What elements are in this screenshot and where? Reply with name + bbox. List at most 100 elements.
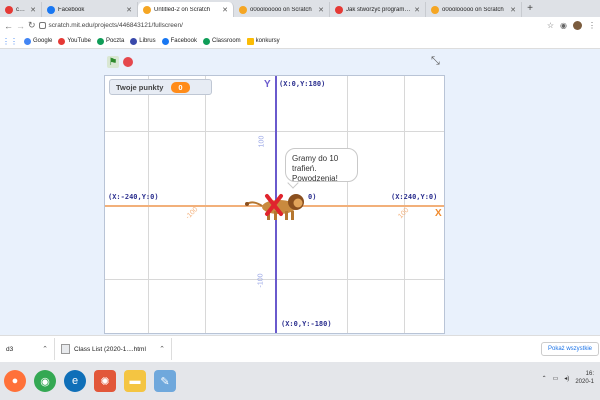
score-monitor: Twoje punkty 0 — [109, 79, 212, 95]
scratch-icon — [431, 5, 439, 14]
tab-scratch-user[interactable]: o0oolooooo on Scratch ✕ — [234, 2, 330, 17]
network-icon[interactable]: ▭ — [553, 375, 559, 382]
clock-date: 2020-1 — [575, 379, 594, 385]
librus-icon — [130, 37, 138, 45]
scratch-page: ⚑ ⤡ Y X (X:0,Y:180) (X:0,Y:-180) (X:-240… — [0, 49, 600, 335]
close-icon[interactable]: ✕ — [126, 6, 132, 14]
tick-y-neg: -100 — [257, 273, 265, 288]
mail-icon — [96, 37, 104, 45]
system-tray: ⌃ ▭ ◂) 16: 2020-1 — [542, 370, 594, 386]
classroom-icon — [202, 37, 210, 45]
scratch-icon — [143, 5, 151, 14]
facebook-icon — [47, 5, 55, 14]
bookmark-youtube[interactable]: YouTube — [58, 37, 91, 45]
browser-tab-bar: co... ✕ Facebook ✕ Untitled-2 on Scratch… — [0, 0, 600, 17]
bookmark-librus[interactable]: Librus — [130, 37, 156, 45]
scratch-icon — [239, 5, 247, 14]
coord-left: (X:-240,Y:0) — [108, 193, 159, 201]
bookmark-konkursy[interactable]: konkursy — [246, 37, 280, 45]
extension-icon[interactable]: ◉ — [560, 21, 567, 30]
tab-scratch-user-2[interactable]: o0oolooooo on Scratch ✕ — [426, 2, 522, 17]
stage[interactable]: Y X (X:0,Y:180) (X:0,Y:-180) (X:-240,Y:0… — [104, 75, 445, 334]
y-axis-label: Y — [264, 79, 271, 90]
chrome-icon[interactable]: ◉ — [34, 370, 56, 392]
stop-button[interactable] — [123, 57, 133, 67]
rec-icon — [5, 5, 13, 14]
x-axis-label: X — [435, 208, 442, 219]
speech-bubble: Gramy do 10 trafień. Powodzenia! — [285, 148, 358, 183]
download-name: Class List (2020-1....html — [74, 345, 146, 353]
tab-untitled-scratch[interactable]: Untitled-2 on Scratch ✕ — [138, 2, 234, 17]
close-icon[interactable]: ✕ — [318, 6, 324, 14]
address-bar: ← → ↻ scratch.mit.edu/projects/446843121… — [0, 17, 600, 34]
stage-header: ⚑ ⤡ — [0, 49, 600, 73]
download-name: d3 — [6, 345, 14, 353]
facebook-icon — [161, 37, 169, 45]
reload-icon[interactable]: ↻ — [28, 20, 36, 31]
flag-icon: ⚑ — [108, 56, 118, 68]
apps-icon[interactable]: ⋮⋮ — [2, 37, 18, 46]
tab-facebook[interactable]: Facebook ✕ — [42, 2, 138, 17]
show-all-downloads-button[interactable]: Pokaż wszystkie — [541, 342, 600, 356]
score-value: 0 — [171, 81, 190, 93]
tab-label: co... — [16, 6, 28, 13]
paint-icon[interactable]: ✎ — [154, 370, 176, 392]
folder-icon — [246, 37, 254, 45]
tab-recording[interactable]: co... ✕ — [0, 2, 42, 17]
firefox-icon[interactable]: ● — [4, 370, 26, 392]
clock[interactable]: 16: 2020-1 — [575, 370, 594, 386]
tab-youtube[interactable]: Jak stworzyć program o... ✕ — [330, 2, 426, 17]
bookmark-classroom[interactable]: Classroom — [202, 37, 241, 45]
url-text: scratch.mit.edu/projects/446843121/fulls… — [48, 22, 183, 29]
tab-label: Facebook — [58, 6, 85, 13]
downloads-bar: d3 ⌃ Class List (2020-1....html ⌃ Pokaż … — [0, 335, 600, 362]
download-item[interactable]: d3 ⌃ — [0, 338, 55, 360]
clock-time: 16: — [585, 371, 594, 377]
chevron-up-icon[interactable]: ⌃ — [159, 345, 165, 353]
close-icon[interactable]: ✕ — [222, 6, 228, 14]
edge-icon[interactable]: e — [64, 370, 86, 392]
tick-x-pos: 100 — [397, 206, 411, 221]
url-field[interactable]: scratch.mit.edu/projects/446843121/fulls… — [38, 19, 544, 32]
bookmark-star-icon[interactable]: ☆ — [547, 21, 554, 30]
back-icon[interactable]: ← — [4, 21, 13, 31]
tab-label: o0oolooooo on Scratch — [250, 6, 312, 13]
close-icon[interactable]: ✕ — [30, 6, 36, 14]
tab-label: Untitled-2 on Scratch — [154, 6, 211, 13]
taskbar: ● ◉ e ✺ ▬ ✎ ⌃ ▭ ◂) 16: 2020-1 — [0, 362, 600, 400]
lion-sprite[interactable] — [241, 188, 311, 222]
volume-icon[interactable]: ◂) — [564, 375, 569, 382]
coord-bottom: (X:0,Y:-180) — [281, 320, 332, 328]
youtube-icon — [335, 5, 343, 14]
bookmarks-bar: ⋮⋮ Google YouTube Poczta Librus Facebook… — [0, 34, 600, 49]
bookmark-facebook[interactable]: Facebook — [161, 37, 197, 45]
coord-right: (X:240,Y:0) — [391, 193, 438, 201]
menu-icon[interactable]: ⋮ — [588, 21, 596, 30]
download-item[interactable]: Class List (2020-1....html ⌃ — [55, 338, 172, 360]
new-tab-button[interactable]: + — [522, 3, 538, 14]
green-flag-button[interactable]: ⚑ — [107, 56, 119, 68]
bookmark-google[interactable]: Google — [24, 37, 52, 45]
tick-x-neg: -100 — [184, 206, 200, 221]
youtube-icon — [58, 37, 66, 45]
file-icon — [61, 344, 70, 354]
close-icon[interactable]: ✕ — [510, 6, 516, 14]
tab-label: o0oolooooo on Scratch — [442, 6, 504, 13]
tick-y-pos: 100 — [258, 135, 266, 148]
bookmark-poczta[interactable]: Poczta — [96, 37, 124, 45]
avatar[interactable] — [573, 21, 582, 30]
chevron-up-icon[interactable]: ⌃ — [542, 375, 547, 382]
speech-line-2: Powodzenia! — [292, 174, 338, 183]
coord-top: (X:0,Y:180) — [279, 80, 326, 88]
file-explorer-icon[interactable]: ▬ — [124, 370, 146, 392]
score-label: Twoje punkty — [116, 82, 164, 92]
exit-fullscreen-icon[interactable]: ⤡ — [431, 55, 440, 68]
lock-icon — [38, 22, 46, 29]
google-icon — [24, 37, 31, 45]
close-icon[interactable]: ✕ — [414, 6, 420, 14]
chevron-up-icon[interactable]: ⌃ — [42, 345, 48, 353]
speech-line-1: Gramy do 10 trafień. — [292, 154, 339, 173]
app-icon[interactable]: ✺ — [94, 370, 116, 392]
forward-icon[interactable]: → — [16, 21, 25, 31]
tab-label: Jak stworzyć program o... — [346, 6, 412, 13]
